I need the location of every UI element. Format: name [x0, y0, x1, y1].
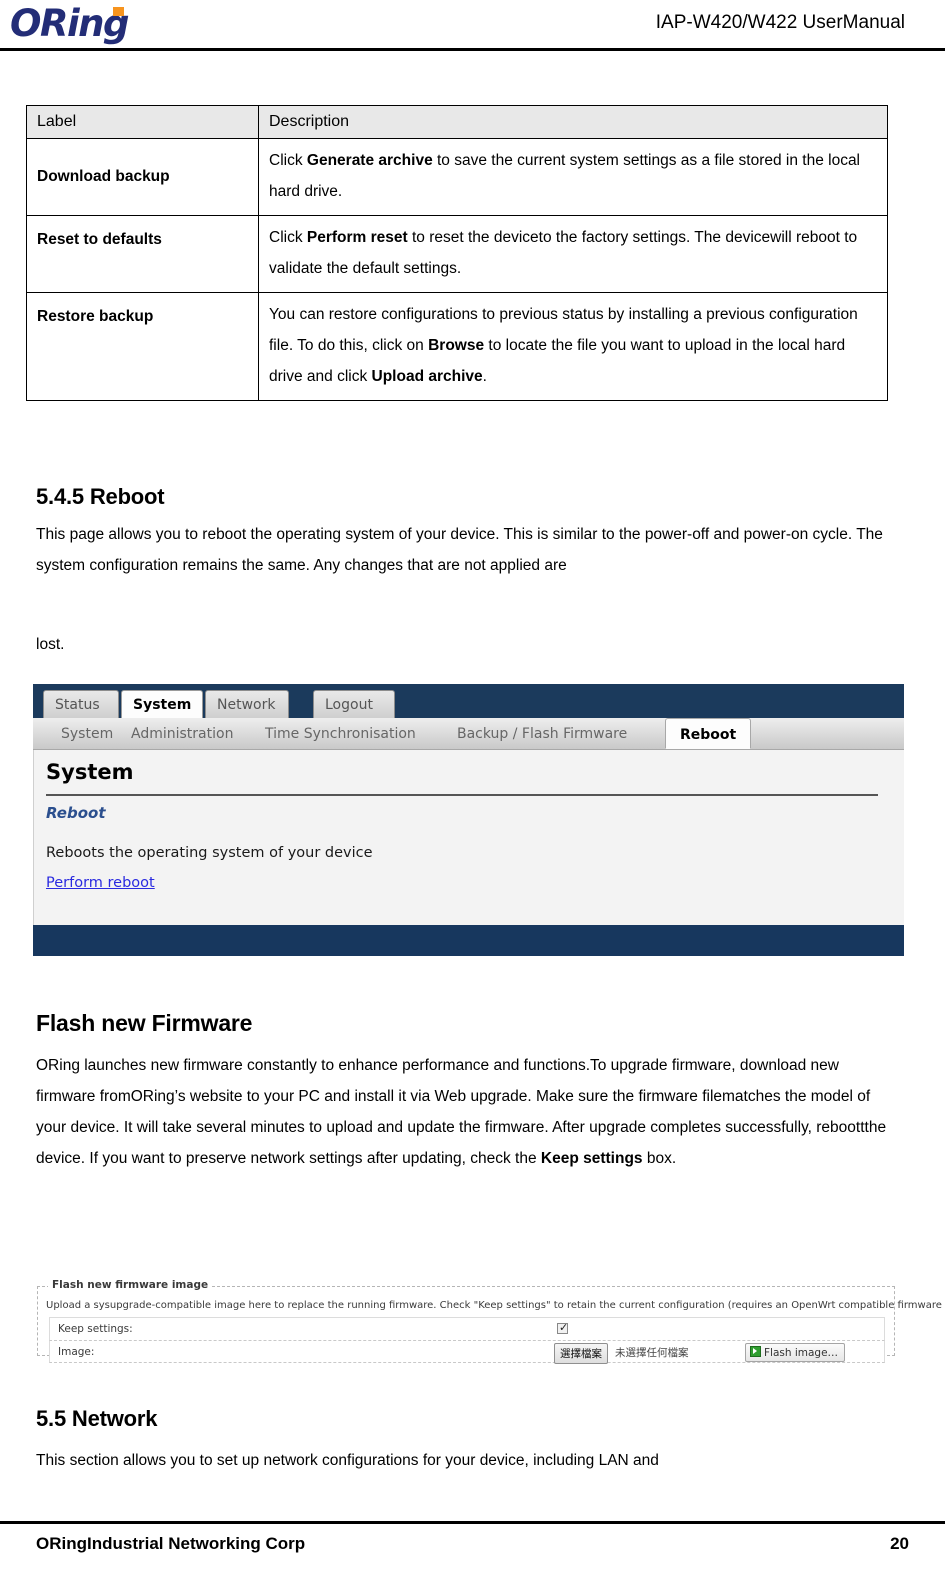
oring-logo: ORing: [10, 2, 129, 46]
ui-content-panel: System Reboot Reboots the operating syst…: [33, 750, 904, 926]
desc-text: Click: [269, 229, 307, 246]
header-divider: [0, 48, 945, 51]
desc-bold-upload-archive: Upload archive: [371, 368, 483, 385]
keep-settings-row: Keep settings: ✓: [49, 1317, 885, 1341]
logo-dot-icon: [113, 7, 124, 16]
subtab-administration[interactable]: Administration: [117, 718, 247, 749]
label-description-table: Label Description Download backup Click …: [26, 105, 888, 401]
firmware-text-1: ORing launches new firmware constantly t…: [36, 1057, 887, 1167]
ui-panel-text: Reboots the operating system of your dev…: [46, 845, 373, 861]
section-paragraph-reboot: This page allows you to reboot the opera…: [36, 526, 883, 574]
desc-text-3: .: [482, 368, 487, 385]
footer-page-number: 20: [890, 1534, 909, 1553]
ui-panel-title: Reboot: [46, 804, 106, 822]
check-icon: ✓: [559, 1321, 569, 1334]
flash-firmware-fieldset: Flash new firmware image Upload a sysupg…: [37, 1279, 945, 1364]
firmware-text-2: box.: [642, 1150, 677, 1167]
subtab-reboot[interactable]: Reboot: [665, 718, 752, 749]
desc-text: Click: [269, 152, 307, 169]
ui-primary-navbar: Status System Network Logout: [33, 684, 904, 718]
desc-bold-browse: Browse: [428, 337, 485, 354]
ui-footer-bar: [33, 925, 904, 956]
table-row: Reset to defaults Click Perform reset to…: [26, 215, 888, 293]
footer-company: ORingIndustrial Networking Corp: [36, 1534, 306, 1553]
section-heading-network: 5.5 Network: [36, 1406, 158, 1431]
table-row: Restore backup You can restore configura…: [26, 292, 888, 401]
logo-text: ORing: [10, 2, 129, 45]
manual-title: IAP-W420/W422 UserManual: [655, 12, 905, 33]
flash-image-button[interactable]: Flash image…: [745, 1343, 846, 1362]
row-label: Reset to defaults: [26, 215, 259, 293]
section-heading-reboot: 5.4.5 Reboot: [36, 484, 165, 509]
ui-secondary-navbar: System Administration Time Synchronisati…: [33, 718, 904, 750]
footer-divider: [0, 1521, 945, 1524]
fieldset-description: Upload a sysupgrade-compatible image her…: [46, 1300, 945, 1311]
row-description: Click Perform reset to reset the devicet…: [258, 215, 888, 293]
perform-reboot-link[interactable]: Perform reboot: [46, 875, 155, 891]
page-header: ORing IAP-W420/W422 UserManual: [0, 0, 945, 52]
desc-bold-generate-archive: Generate archive: [306, 152, 433, 169]
subtab-system[interactable]: System: [47, 718, 127, 749]
row-label: Restore backup: [26, 292, 259, 401]
flash-firmware-ui-screenshot: Flash new firmware image Upload a sysupg…: [33, 1279, 945, 1364]
choose-file-button[interactable]: 選擇檔案: [554, 1343, 608, 1364]
image-label: Image:: [58, 1346, 95, 1358]
keep-settings-checkbox[interactable]: ✓: [557, 1321, 569, 1334]
flash-icon: [750, 1346, 761, 1357]
section-heading-flash-firmware: Flash new Firmware: [36, 1010, 253, 1036]
image-row: Image: 選擇檔案 未選擇任何檔案 Flash image…: [49, 1341, 885, 1364]
tab-system[interactable]: System: [121, 690, 203, 718]
subtab-backup-flash-firmware[interactable]: Backup / Flash Firmware: [443, 718, 641, 749]
table-row: Download backup Click Generate archive t…: [26, 138, 888, 216]
subtab-time-synchronisation[interactable]: Time Synchronisation: [251, 718, 430, 749]
row-description: Click Generate archive to save the curre…: [258, 138, 888, 216]
section-paragraph-flash-firmware: ORing launches new firmware constantly t…: [36, 1050, 892, 1174]
tab-logout[interactable]: Logout: [313, 690, 395, 718]
keep-settings-label: Keep settings:: [58, 1323, 133, 1335]
desc-bold-perform-reset: Perform reset: [306, 229, 408, 246]
firmware-bold-keep-settings: Keep settings: [540, 1150, 643, 1167]
fieldset-legend: Flash new firmware image: [48, 1279, 213, 1291]
reboot-ui-screenshot: Status System Network Logout System Admi…: [33, 684, 904, 956]
column-header-label: Label: [26, 105, 259, 139]
table-header-row: Label Description: [26, 105, 888, 139]
section-paragraph-reboot-tail: lost.: [36, 636, 65, 653]
flash-image-button-label: Flash image…: [764, 1347, 839, 1359]
tab-network[interactable]: Network: [205, 690, 289, 718]
tab-status[interactable]: Status: [43, 690, 119, 718]
row-description: You can restore configurations to previo…: [258, 292, 888, 401]
ui-title-divider: [46, 794, 878, 796]
column-header-description: Description: [258, 105, 888, 139]
ui-page-title: System: [46, 760, 134, 784]
file-status-text: 未選擇任何檔案: [615, 1347, 689, 1359]
section-paragraph-network: This section allows you to set up networ…: [36, 1452, 659, 1469]
row-label: Download backup: [26, 138, 259, 216]
